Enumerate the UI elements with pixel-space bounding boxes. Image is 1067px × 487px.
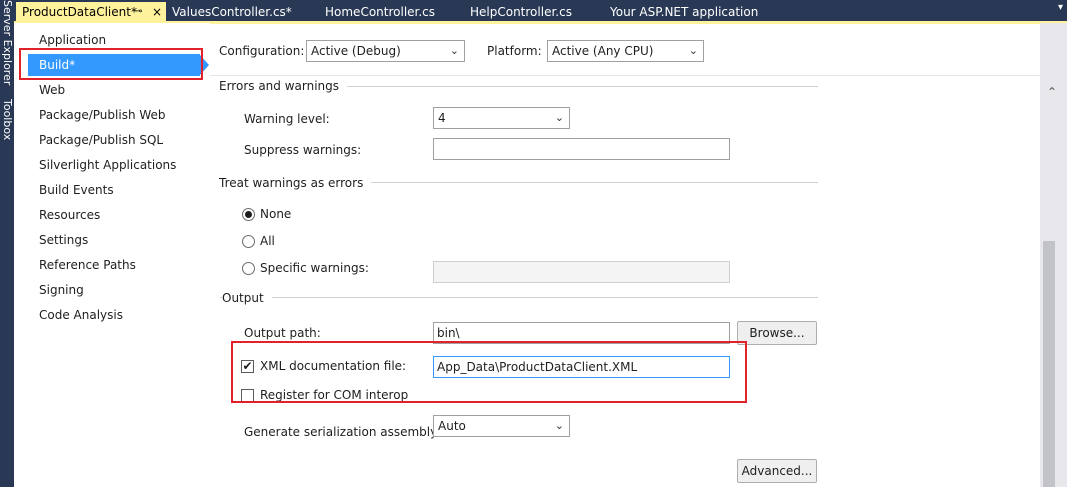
- warning-level-value: 4: [438, 111, 446, 125]
- suppress-warnings-input[interactable]: [433, 138, 730, 160]
- warning-level-select[interactable]: 4 ⌄: [433, 107, 570, 129]
- configuration-value: Active (Debug): [311, 44, 401, 58]
- property-page-nav: Application Build* Web Package/Publish W…: [14, 23, 210, 487]
- scrollbar-thumb[interactable]: [1043, 241, 1055, 487]
- tab-valuescontroller[interactable]: ValuesController.cs*: [172, 3, 292, 21]
- chevron-down-icon: ⌄: [449, 44, 459, 57]
- nav-item-settings[interactable]: Settings: [39, 229, 88, 251]
- output-section-rule: [220, 297, 818, 298]
- vertical-scrollbar[interactable]: ⌃: [1040, 23, 1067, 487]
- pin-icon[interactable]: ⊸: [134, 2, 142, 22]
- radio-none-label: None: [260, 207, 292, 221]
- output-section-title: Output: [222, 291, 272, 305]
- chevron-down-icon: ⌄: [554, 419, 564, 432]
- tab-list-dropdown-icon[interactable]: ▾: [1058, 2, 1063, 13]
- output-path-label: Output path:: [244, 326, 321, 340]
- radio-specific-warnings[interactable]: [242, 262, 255, 275]
- xml-documentation-highlight-box: [231, 341, 747, 403]
- nav-item-silverlight-applications[interactable]: Silverlight Applications: [39, 154, 176, 176]
- chevron-down-icon: ⌄: [554, 111, 564, 124]
- platform-value: Active (Any CPU): [552, 44, 654, 58]
- radio-none[interactable]: [242, 208, 255, 221]
- serialization-assembly-select[interactable]: Auto ⌄: [433, 415, 570, 437]
- build-highlight-box: [19, 48, 203, 80]
- nav-item-signing[interactable]: Signing: [39, 279, 84, 301]
- nav-item-build-events[interactable]: Build Events: [39, 179, 114, 201]
- toolbox-tab[interactable]: Toolbox: [1, 99, 14, 140]
- chevron-down-icon: ⌄: [688, 44, 698, 57]
- nav-item-package-publish-sql[interactable]: Package/Publish SQL: [39, 129, 163, 151]
- scroll-up-icon[interactable]: ⌃: [1047, 85, 1057, 99]
- tab-homecontroller[interactable]: HomeController.cs: [325, 3, 435, 21]
- advanced-button[interactable]: Advanced...: [737, 459, 817, 483]
- serialization-assembly-label: Generate serialization assembly:: [244, 425, 441, 439]
- specific-warnings-input: [433, 261, 730, 283]
- tab-label: ProductDataClient*: [22, 5, 137, 19]
- nav-item-reference-paths[interactable]: Reference Paths: [39, 254, 136, 276]
- tab-your-aspnet-application[interactable]: Your ASP.NET application: [610, 3, 758, 21]
- nav-item-web[interactable]: Web: [39, 79, 65, 101]
- scrollable-settings-area: Errors and warnings Warning level: 4 ⌄ S…: [210, 76, 1040, 487]
- nav-item-code-analysis[interactable]: Code Analysis: [39, 304, 123, 326]
- tab-helpcontroller[interactable]: HelpController.cs: [470, 3, 572, 21]
- configuration-label: Configuration:: [219, 44, 305, 58]
- platform-label: Platform:: [487, 44, 542, 58]
- side-tool-strip: Server Explorer Toolbox: [0, 0, 14, 487]
- treat-section-title: Treat warnings as errors: [219, 176, 372, 190]
- suppress-warnings-label: Suppress warnings:: [244, 143, 362, 157]
- browse-button[interactable]: Browse...: [737, 321, 817, 345]
- close-icon[interactable]: ×: [152, 2, 162, 22]
- radio-all[interactable]: [242, 235, 255, 248]
- platform-select[interactable]: Active (Any CPU) ⌄: [547, 40, 704, 62]
- errors-section-title: Errors and warnings: [219, 79, 348, 93]
- warning-level-label: Warning level:: [244, 112, 330, 126]
- nav-item-package-publish-web[interactable]: Package/Publish Web: [39, 104, 166, 126]
- radio-specific-label: Specific warnings:: [260, 261, 369, 275]
- tab-productdataclient[interactable]: ProductDataClient* ⊸ ×: [16, 2, 166, 22]
- radio-all-label: All: [260, 234, 275, 248]
- nav-item-resources[interactable]: Resources: [39, 204, 100, 226]
- server-explorer-tab[interactable]: Server Explorer: [1, 0, 14, 85]
- serialization-assembly-value: Auto: [438, 419, 466, 433]
- configuration-select[interactable]: Active (Debug) ⌄: [306, 40, 465, 62]
